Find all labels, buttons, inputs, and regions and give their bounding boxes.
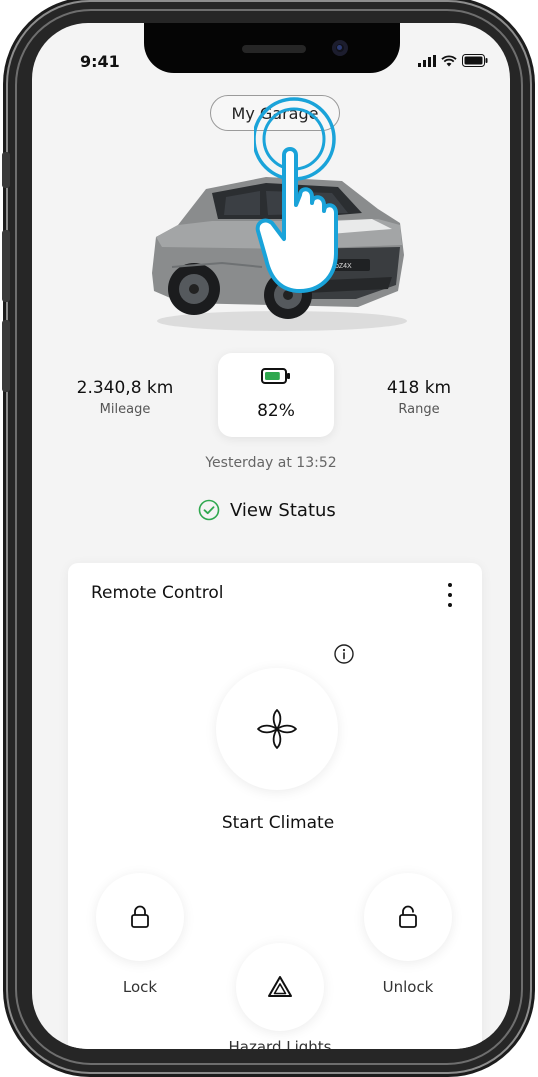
lock-label: Lock	[122, 978, 158, 996]
hazard-icon	[268, 976, 292, 997]
last-updated-text: Yesterday at 13:52	[205, 455, 337, 471]
start-climate-label: Start Climate	[221, 813, 335, 833]
unlock-button[interactable]	[364, 873, 452, 961]
view-status-link[interactable]: View Status	[198, 499, 336, 521]
remote-control-title: Remote Control	[91, 583, 224, 603]
unlock-label: Unlock	[382, 978, 434, 996]
hand-tap-icon	[254, 97, 338, 293]
mileage-value: 2.340,8 km	[76, 378, 174, 398]
remote-control-card: Remote Control Start Climate Lock Hazard…	[68, 563, 482, 1049]
hazard-lights-button[interactable]	[236, 943, 324, 1031]
battery-status-icon	[462, 54, 488, 67]
front-camera	[332, 40, 348, 56]
lock-button[interactable]	[96, 873, 184, 961]
info-icon[interactable]	[334, 644, 354, 664]
battery-percent: 82%	[257, 401, 295, 421]
range-value: 418 km	[386, 378, 452, 398]
cellular-signal-icon	[418, 54, 436, 67]
notch	[144, 23, 400, 73]
hazard-lights-label: Hazard Lights	[228, 1038, 332, 1049]
lock-icon	[131, 905, 149, 928]
mileage-stat: 2.340,8 km Mileage	[70, 378, 180, 417]
status-icons	[418, 54, 488, 67]
battery-card: 82%	[218, 353, 334, 437]
battery-icon	[261, 368, 290, 384]
mileage-label: Mileage	[99, 402, 151, 417]
view-status-label: View Status	[230, 499, 336, 521]
check-circle-icon	[198, 499, 220, 521]
volume-down-button	[2, 320, 10, 392]
range-stat: 418 km Range	[364, 378, 474, 417]
unlock-icon	[399, 905, 417, 928]
status-time: 9:41	[80, 52, 120, 71]
wifi-icon	[441, 54, 457, 66]
more-vertical-icon[interactable]	[448, 583, 454, 607]
start-climate-button[interactable]	[216, 668, 338, 790]
range-label: Range	[398, 402, 440, 417]
fan-icon	[257, 709, 297, 749]
app-screen: 9:41 My Garage bZ4X 2.340,8 km Mileage 8…	[32, 23, 510, 1049]
speaker-grille	[242, 45, 306, 53]
silent-switch	[2, 152, 10, 188]
volume-up-button	[2, 230, 10, 302]
